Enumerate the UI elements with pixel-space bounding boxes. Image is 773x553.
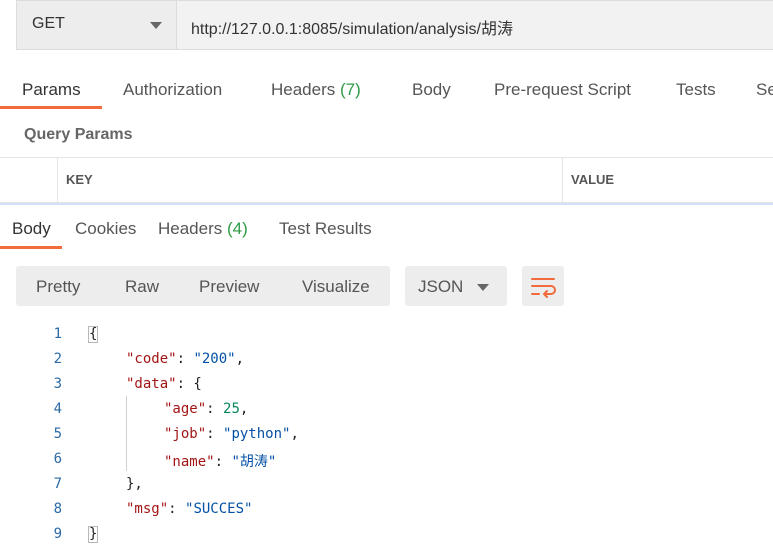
wrap-lines-icon [531, 278, 556, 298]
json-string: "SUCCES" [185, 501, 253, 517]
query-params-title: Query Params [24, 126, 133, 143]
line-number: 6 [53, 451, 62, 467]
wrap-lines-button[interactable] [522, 266, 564, 306]
pretty-button[interactable]: Pretty [36, 277, 80, 297]
code-line: { [88, 326, 99, 343]
json-key: "msg" [126, 501, 169, 517]
format-label: JSON [418, 277, 464, 296]
code-line: "msg": "SUCCES" [126, 501, 253, 517]
tab-authorization[interactable]: Authorization [123, 80, 222, 100]
tab-response-body[interactable]: Body [12, 219, 51, 239]
column-key: KEY [66, 172, 93, 187]
json-string: "胡涛" [231, 454, 277, 470]
line-number: 8 [53, 501, 62, 517]
method-select[interactable]: GET [16, 0, 176, 50]
line-number: 1 [53, 326, 62, 342]
visualize-button[interactable]: Visualize [302, 277, 370, 297]
headers-count: (7) [340, 80, 361, 99]
tab-response-headers[interactable]: Headers (4) [158, 219, 248, 239]
view-mode-group: Pretty Raw Preview Visualize [16, 266, 390, 306]
tab-response-headers-label: Headers [158, 219, 223, 238]
params-table-header: KEY VALUE [0, 157, 773, 203]
method-label: GET [32, 15, 65, 32]
url-input[interactable]: http://127.0.0.1:8085/simulation/analysi… [176, 0, 773, 50]
active-tab-indicator [0, 106, 102, 109]
line-number: 4 [53, 401, 62, 417]
matched-brace: { [88, 326, 99, 343]
tab-tests[interactable]: Tests [676, 80, 716, 100]
tab-cookies[interactable]: Cookies [75, 219, 136, 239]
indent-guide [126, 396, 127, 471]
column-divider [57, 158, 58, 202]
json-number: 25 [223, 401, 240, 417]
json-key: "age" [164, 401, 207, 417]
format-select[interactable]: JSON [405, 266, 507, 306]
code-line: }, [126, 476, 143, 492]
json-key: "data" [126, 376, 177, 392]
json-key: "code" [126, 351, 177, 367]
matched-brace: } [88, 526, 99, 543]
line-number: 9 [53, 526, 62, 542]
line-number: 3 [53, 376, 62, 392]
code-line: "name": "胡涛" [164, 454, 277, 470]
code-line: "job": "python", [164, 426, 299, 442]
json-key: "name" [164, 454, 215, 470]
code-line: "data": { [126, 376, 202, 392]
json-string: "200" [193, 351, 236, 367]
tab-headers[interactable]: Headers (7) [271, 80, 361, 100]
response-body-viewer[interactable]: 1 2 3 4 5 6 7 8 9 { "code": "200", "data… [0, 322, 773, 553]
tab-pre-request-script[interactable]: Pre-request Script [494, 80, 631, 100]
chevron-down-icon [477, 284, 489, 291]
tab-test-results[interactable]: Test Results [279, 219, 372, 239]
json-key: "job" [164, 426, 207, 442]
pane-splitter[interactable] [0, 203, 773, 205]
line-number: 5 [53, 426, 62, 442]
line-number: 2 [53, 351, 62, 367]
code-line: "age": 25, [164, 401, 249, 417]
active-response-tab-indicator [0, 246, 62, 249]
preview-button[interactable]: Preview [199, 277, 259, 297]
column-divider [562, 158, 563, 202]
url-text: http://127.0.0.1:8085/simulation/analysi… [191, 21, 513, 38]
response-headers-count: (4) [227, 219, 248, 238]
line-number: 7 [53, 476, 62, 492]
raw-button[interactable]: Raw [125, 277, 159, 297]
tab-body[interactable]: Body [412, 80, 451, 100]
json-string: "python" [223, 426, 291, 442]
column-value: VALUE [571, 172, 615, 187]
tab-headers-label: Headers [271, 80, 336, 99]
chevron-down-icon [150, 22, 162, 29]
code-line: "code": "200", [126, 351, 245, 367]
tab-params[interactable]: Params [22, 80, 81, 100]
tab-settings[interactable]: Se [756, 80, 773, 100]
code-line: } [88, 526, 99, 543]
